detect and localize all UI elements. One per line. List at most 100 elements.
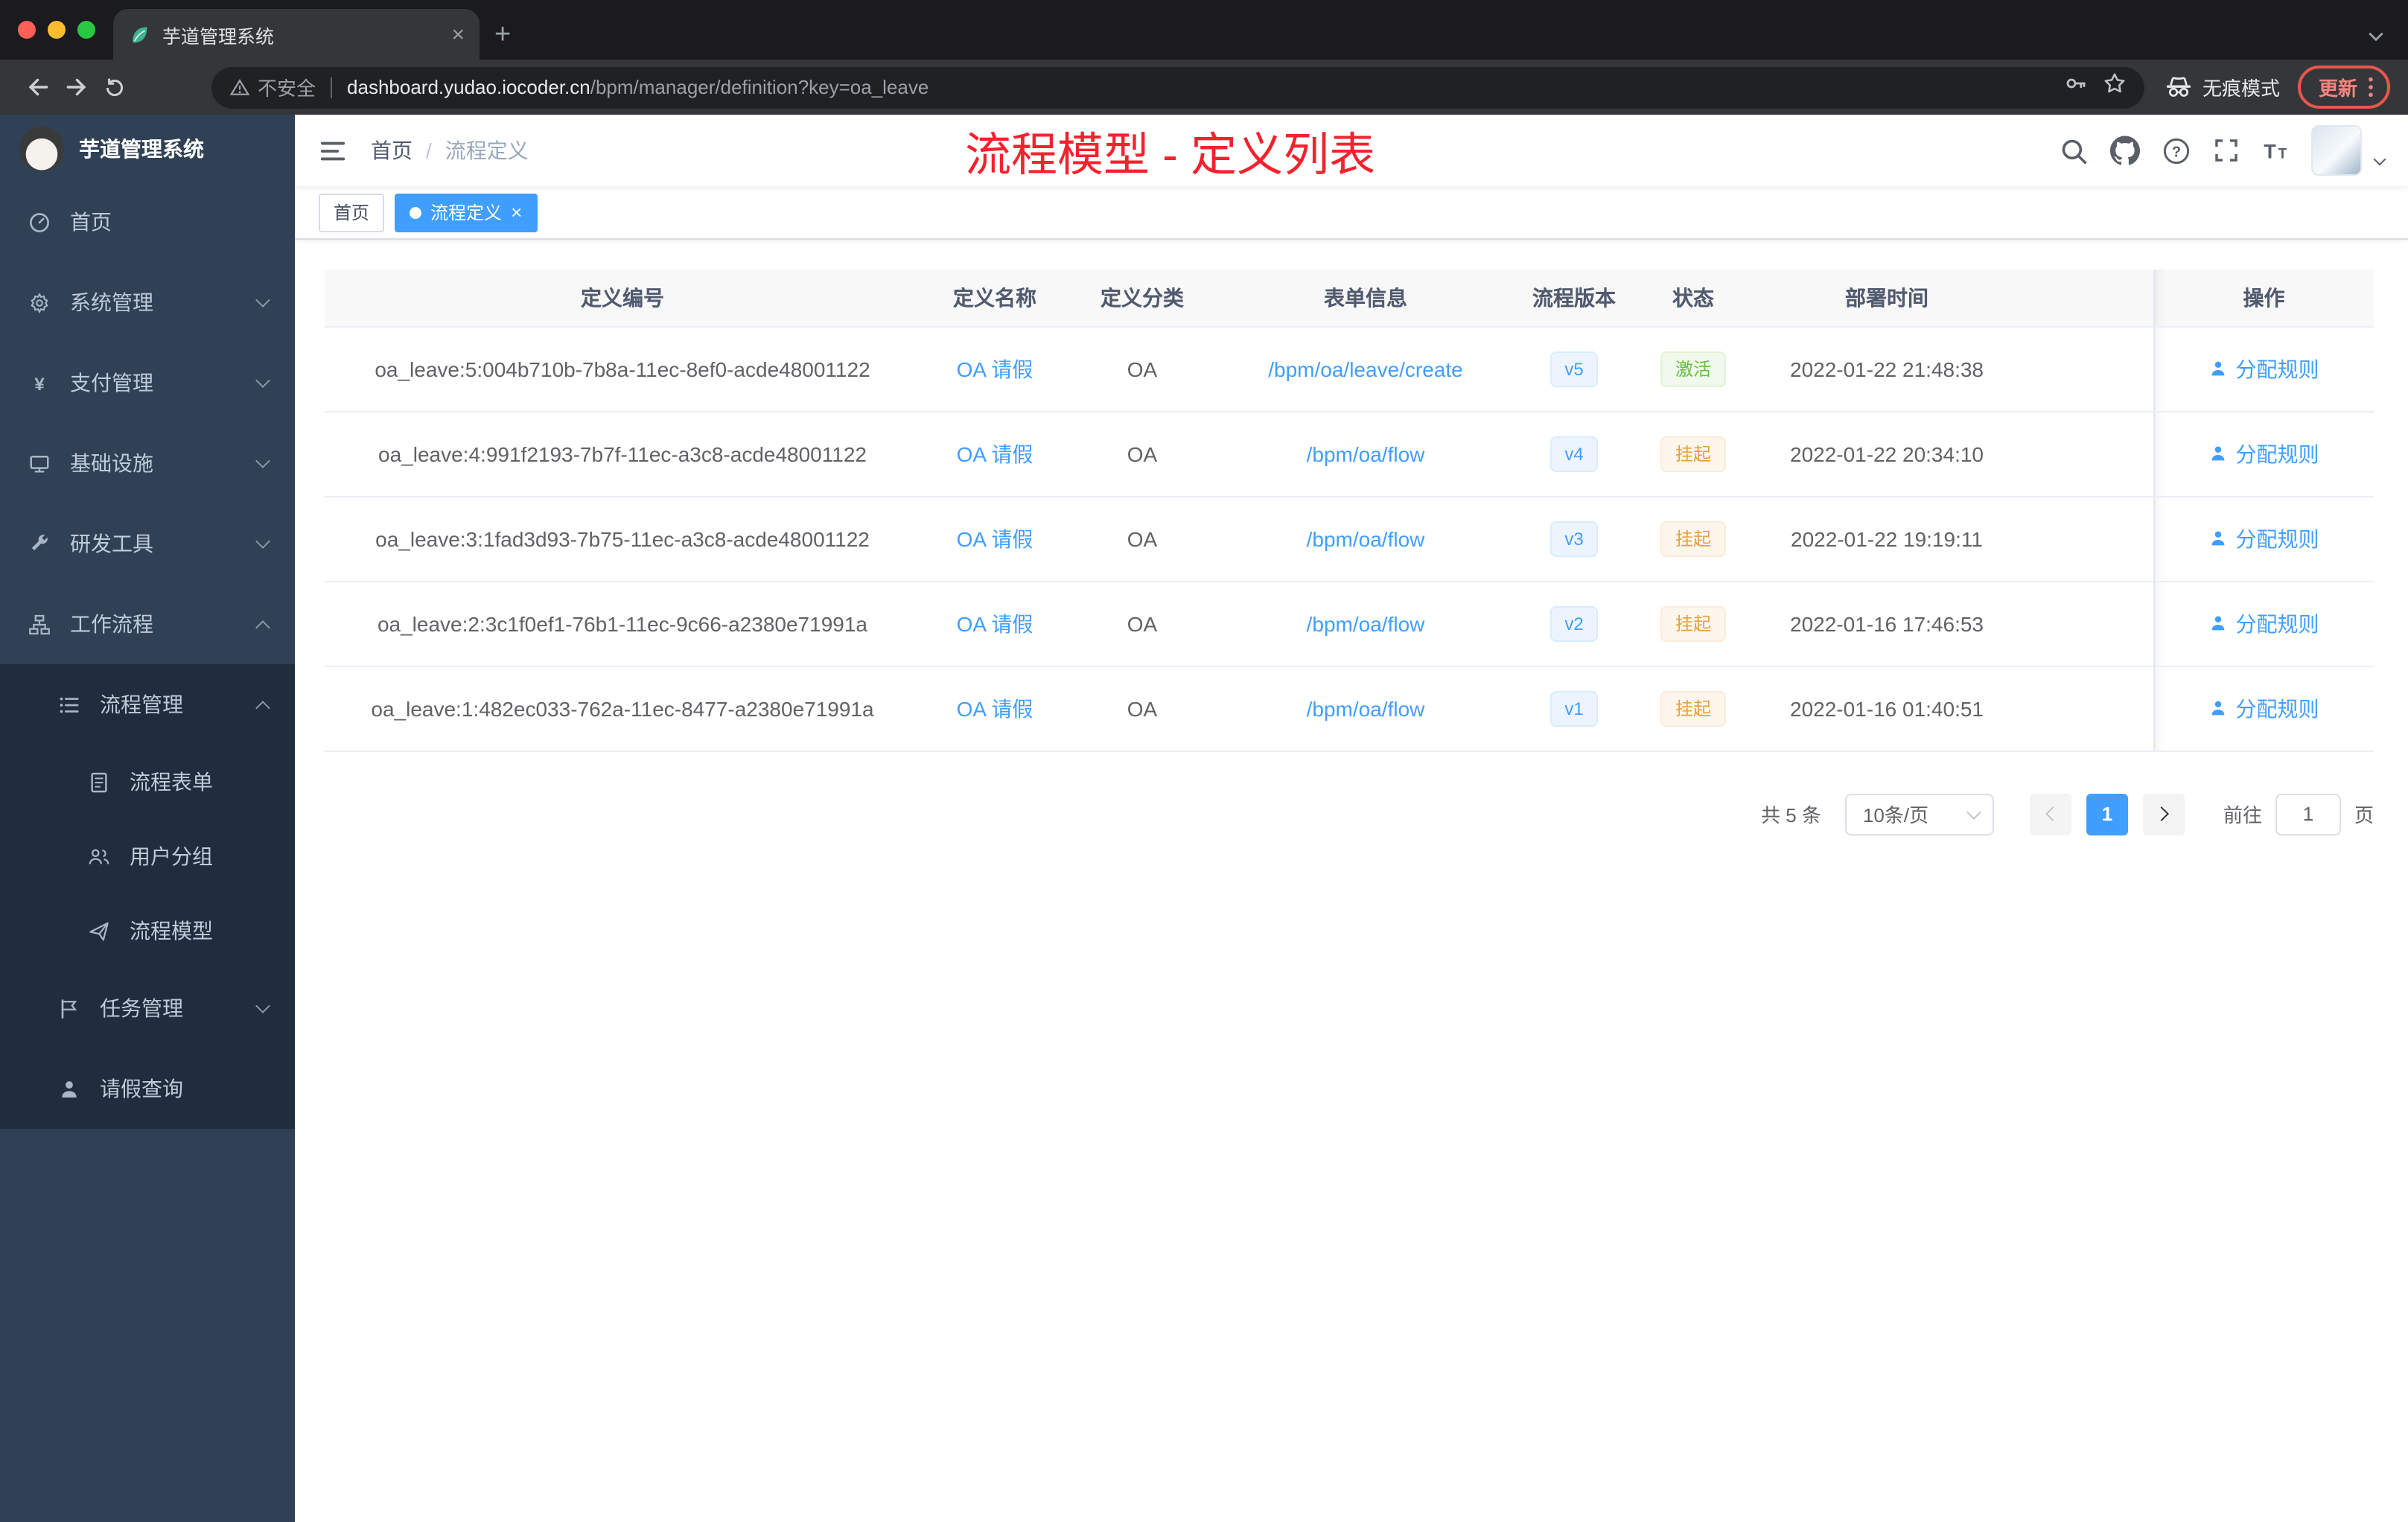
- browser-window: 芋道管理系统 × + 不安全 dashboard.yudao.iocoder.c…: [0, 0, 2408, 1522]
- table-row: oa_leave:5:004b710b-7b8a-11ec-8ef0-acde4…: [325, 326, 2374, 412]
- assign-rule-button[interactable]: 分配规则: [2209, 439, 2319, 468]
- security-chip[interactable]: 不安全: [229, 73, 316, 101]
- logo-avatar: [19, 126, 64, 171]
- form-link[interactable]: /bpm/oa/flow: [1307, 696, 1425, 720]
- page-size-select[interactable]: 10条/页: [1844, 793, 1994, 835]
- tab-favicon-leaf-icon: [128, 23, 150, 45]
- browser-tab[interactable]: 芋道管理系统 ×: [113, 9, 480, 60]
- table-row: oa_leave:1:482ec033-762a-11ec-8477-a2380…: [325, 666, 2374, 751]
- definition-name-link[interactable]: OA 请假: [957, 526, 1033, 550]
- page-size-value: 10条/页: [1862, 804, 1929, 827]
- github-icon[interactable]: [2110, 136, 2140, 165]
- tab-search-chevron-icon[interactable]: [2368, 22, 2384, 49]
- sidebar-item-devtools[interactable]: 研发工具: [0, 503, 295, 584]
- next-page-button[interactable]: [2142, 793, 2185, 835]
- forward-icon[interactable]: [57, 68, 95, 106]
- chevron-down-icon[interactable]: [2373, 153, 2386, 166]
- zoom-window-button[interactable]: [77, 21, 95, 39]
- goto-page-input[interactable]: [2275, 793, 2341, 835]
- sidebar-item-leave-query[interactable]: 请假查询: [0, 1048, 295, 1129]
- main-area: 首页 / 流程定义 流程模型 - 定义列表 ? T T 首页 流程定义 × 定义…: [295, 115, 2408, 1522]
- address-bar[interactable]: 不安全 dashboard.yudao.iocoder.cn/bpm/manag…: [211, 66, 2144, 108]
- assign-rule-button[interactable]: 分配规则: [2209, 608, 2319, 638]
- back-icon[interactable]: [18, 68, 57, 106]
- cell-category: OA: [1069, 666, 1215, 751]
- search-icon[interactable]: [2060, 136, 2088, 165]
- status-badge: 挂起: [1660, 520, 1726, 556]
- incognito-badge: 无痕模式: [2165, 73, 2280, 101]
- key-icon[interactable]: [2064, 71, 2088, 103]
- sidebar-menu: 首页 系统管理 ¥ 支付管理 基础设施 研发工具 工作流程 流程管理 流程表单 …: [0, 182, 295, 1129]
- star-icon[interactable]: [2103, 71, 2127, 103]
- user-avatar[interactable]: [2311, 125, 2362, 176]
- annotation-text: 流程模型 - 定义列表: [965, 129, 1376, 181]
- dashboard-icon: [27, 210, 51, 234]
- table-row: oa_leave:3:1fad3d93-7b75-11ec-a3c8-acde4…: [325, 496, 2374, 582]
- cell-deploy-time: 2022-01-22 19:19:11: [1754, 496, 2019, 582]
- sidebar-item-process-management[interactable]: 流程管理: [0, 664, 295, 745]
- tag-process-definition[interactable]: 流程定义 ×: [395, 193, 538, 232]
- document-icon: [86, 770, 110, 794]
- font-size-icon[interactable]: TT: [2262, 137, 2289, 164]
- new-tab-button[interactable]: +: [494, 21, 511, 49]
- hamburger-icon[interactable]: [319, 136, 347, 165]
- definition-name-link[interactable]: OA 请假: [957, 696, 1033, 720]
- workflow-submenu: 流程管理 流程表单 用户分组 流程模型 任务管理 请假查询: [0, 664, 295, 1129]
- sidebar-item-label: 流程模型: [130, 919, 213, 943]
- chevron-right-icon: [2154, 806, 2169, 821]
- sidebar-item-process-form[interactable]: 流程表单: [0, 745, 295, 819]
- vertical-dots-icon: [2369, 77, 2373, 98]
- assign-rule-label: 分配规则: [2235, 526, 2319, 550]
- assign-rule-button[interactable]: 分配规则: [2209, 693, 2319, 723]
- send-icon: [86, 919, 110, 943]
- breadcrumb-home[interactable]: 首页: [371, 136, 413, 165]
- fullscreen-icon[interactable]: [2213, 137, 2240, 164]
- sidebar-item-user-group[interactable]: 用户分组: [0, 819, 295, 894]
- sidebar-item-task-management[interactable]: 任务管理: [0, 968, 295, 1048]
- sidebar-item-workflow[interactable]: 工作流程: [0, 584, 295, 664]
- minimize-window-button[interactable]: [48, 21, 66, 39]
- sidebar-item-system[interactable]: 系统管理: [0, 262, 295, 343]
- table-header-row: 定义编号 定义名称 定义分类 表单信息 流程版本 状态 部署时间 操作: [325, 270, 2374, 327]
- tag-label: 流程定义: [430, 203, 503, 223]
- form-link[interactable]: /bpm/oa/flow: [1307, 526, 1425, 550]
- browser-update-menu-button[interactable]: 更新: [2297, 66, 2390, 109]
- form-link[interactable]: /bpm/oa/leave/create: [1268, 357, 1463, 380]
- definition-name-link[interactable]: OA 请假: [957, 611, 1033, 635]
- assign-rule-button[interactable]: 分配规则: [2209, 354, 2319, 383]
- status-badge: 挂起: [1660, 436, 1726, 471]
- sidebar-item-process-model[interactable]: 流程模型: [0, 894, 295, 968]
- assign-rule-button[interactable]: 分配规则: [2209, 523, 2319, 553]
- sidebar-item-payment[interactable]: ¥ 支付管理: [0, 343, 295, 423]
- sidebar-item-label: 工作流程: [70, 612, 153, 636]
- sidebar-item-label: 流程表单: [130, 770, 213, 794]
- cell-deploy-time: 2022-01-22 21:48:38: [1754, 326, 2019, 412]
- incognito-label: 无痕模式: [2202, 77, 2280, 100]
- tag-close-icon[interactable]: ×: [511, 203, 522, 222]
- current-page-button[interactable]: 1: [2086, 793, 2128, 835]
- chevron-down-icon: [255, 453, 270, 468]
- tree-icon: [27, 612, 51, 636]
- col-status: 状态: [1632, 270, 1754, 327]
- question-icon[interactable]: ?: [2162, 136, 2191, 165]
- form-link[interactable]: /bpm/oa/flow: [1307, 611, 1425, 635]
- cell-id: oa_leave:2:3c1f0ef1-76b1-11ec-9c66-a2380…: [325, 581, 920, 666]
- tag-home[interactable]: 首页: [319, 193, 385, 232]
- sidebar-item-home[interactable]: 首页: [0, 182, 295, 262]
- cell-deploy-time: 2022-01-16 01:40:51: [1754, 666, 2019, 751]
- form-link[interactable]: /bpm/oa/flow: [1307, 442, 1425, 465]
- goto-unit-label: 页: [2354, 804, 2374, 827]
- prev-page-button[interactable]: [2029, 793, 2071, 835]
- breadcrumb: 首页 / 流程定义: [371, 136, 529, 165]
- tab-close-icon[interactable]: ×: [451, 23, 465, 45]
- definition-name-link[interactable]: OA 请假: [957, 442, 1033, 465]
- sidebar-item-infrastructure[interactable]: 基础设施: [0, 423, 295, 503]
- chevron-down-icon: [255, 293, 270, 308]
- col-form-info: 表单信息: [1215, 270, 1516, 327]
- status-badge: 挂起: [1660, 605, 1726, 641]
- reload-icon[interactable]: [95, 68, 134, 106]
- close-window-button[interactable]: [18, 21, 36, 39]
- app-root: 芋道管理系统 首页 系统管理 ¥ 支付管理 基础设施 研发工具 工作流程 流程管…: [0, 115, 2408, 1522]
- sidebar-item-label: 请假查询: [100, 1077, 183, 1101]
- definition-name-link[interactable]: OA 请假: [957, 357, 1033, 380]
